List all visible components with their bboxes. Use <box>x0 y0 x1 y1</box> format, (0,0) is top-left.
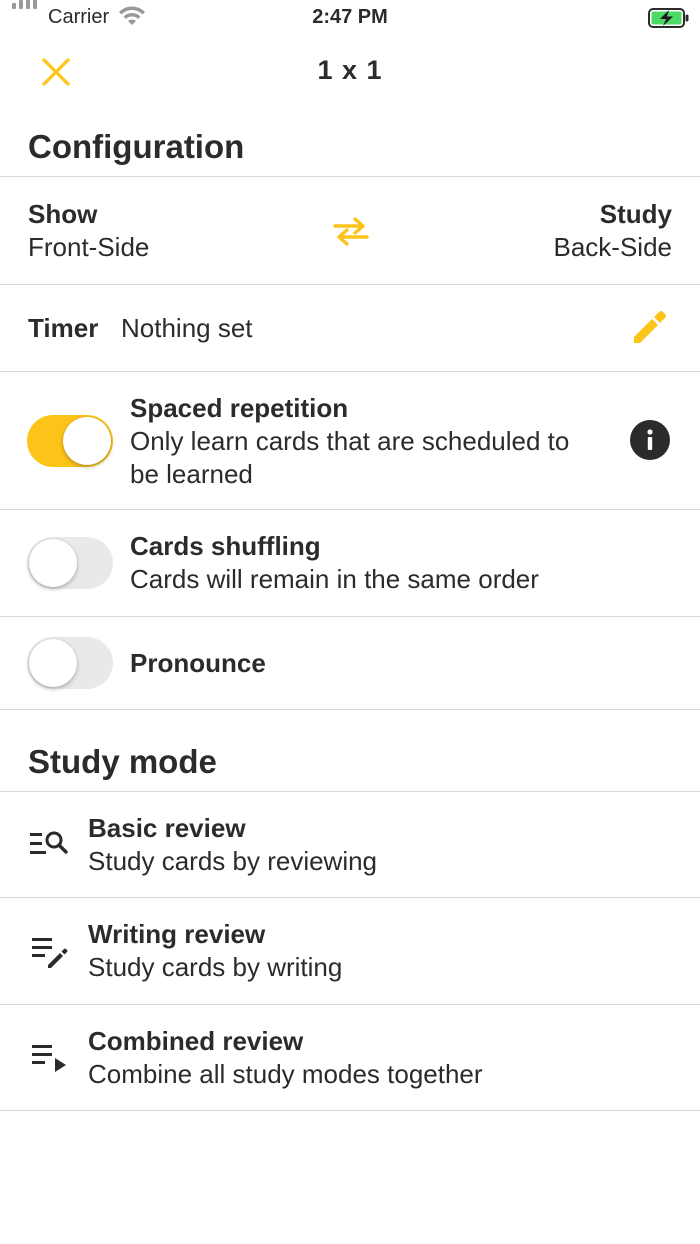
spaced-repetition-toggle[interactable] <box>27 415 113 467</box>
basic-review-desc: Study cards by reviewing <box>88 846 378 876</box>
pencil-icon[interactable] <box>630 307 670 347</box>
list-edit-icon <box>32 938 68 968</box>
info-button[interactable] <box>630 420 670 460</box>
spaced-repetition-row: Spaced repetition Only learn cards that … <box>0 372 700 509</box>
timer-row[interactable]: Timer Nothing set <box>0 285 700 371</box>
status-time: 2:47 PM <box>312 6 388 28</box>
status-bar: Carrier 2:47 PM <box>0 0 700 36</box>
list-search-icon <box>30 831 68 854</box>
study-label: Study <box>599 199 672 229</box>
combined-review-item[interactable]: Combined review Combine all study modes … <box>0 1005 700 1110</box>
show-study-row: Show Front-Side Study Back-Side <box>0 177 700 284</box>
combined-review-desc: Combine all study modes together <box>88 1059 483 1089</box>
battery-charging-icon <box>648 8 689 28</box>
show-value[interactable]: Front-Side <box>28 232 149 263</box>
writing-review-item[interactable]: Writing review Study cards by writing <box>0 898 700 1004</box>
combined-review-title: Combined review <box>88 1026 304 1056</box>
spaced-repetition-desc-line2: be learned <box>130 459 253 489</box>
spaced-repetition-title: Spaced repetition <box>130 393 349 423</box>
timer-label: Timer <box>28 313 99 343</box>
list-play-icon <box>32 1045 66 1072</box>
writing-review-title: Writing review <box>88 919 266 949</box>
basic-review-title: Basic review <box>88 813 246 843</box>
swap-button[interactable] <box>331 215 371 247</box>
configuration-heading: Configuration <box>28 128 245 165</box>
divider <box>0 709 700 710</box>
page-title: 1 x 1 <box>317 55 383 85</box>
divider <box>0 1110 700 1111</box>
cards-shuffling-title: Cards shuffling <box>130 531 321 561</box>
cards-shuffling-desc: Cards will remain in the same order <box>130 564 539 594</box>
pronounce-toggle[interactable] <box>27 637 113 689</box>
show-label: Show <box>28 199 98 229</box>
study-mode-heading: Study mode <box>28 743 217 780</box>
pronounce-title: Pronounce <box>130 648 266 678</box>
basic-review-item[interactable]: Basic review Study cards by reviewing <box>0 792 700 897</box>
toggle-knob <box>63 417 111 465</box>
toggle-knob <box>29 539 77 587</box>
writing-review-desc: Study cards by writing <box>88 952 343 982</box>
cards-shuffling-row: Cards shuffling Cards will remain in the… <box>0 510 700 616</box>
swap-arrows-icon <box>333 217 369 246</box>
spaced-repetition-desc-line1: Only learn cards that are scheduled to <box>130 426 570 456</box>
toggle-knob <box>29 639 77 687</box>
pronounce-row: Pronounce <box>0 617 700 709</box>
study-value[interactable]: Back-Side <box>554 232 673 263</box>
timer-value: Nothing set <box>121 313 253 343</box>
info-icon <box>647 429 653 450</box>
cards-shuffling-toggle[interactable] <box>27 537 113 589</box>
